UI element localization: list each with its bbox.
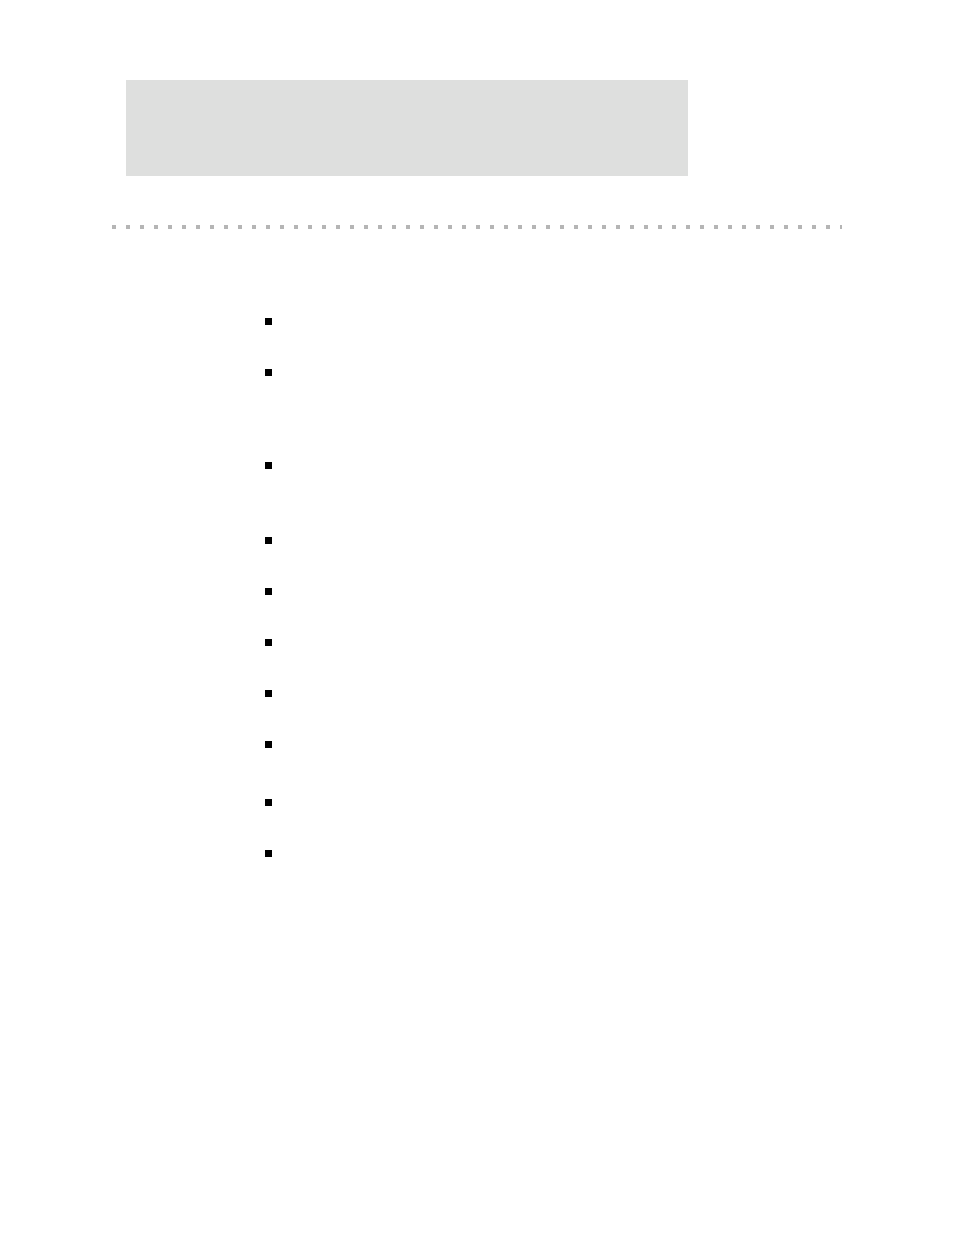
bullet-icon — [265, 462, 272, 469]
document-page — [0, 0, 954, 1235]
bullet-icon — [265, 690, 272, 697]
header-placeholder-box — [126, 80, 688, 176]
bullet-icon — [265, 318, 272, 325]
bullet-icon — [265, 741, 272, 748]
bullet-icon — [265, 369, 272, 376]
bullet-icon — [265, 537, 272, 544]
bullet-icon — [265, 588, 272, 595]
dotted-divider — [112, 225, 842, 229]
bullet-icon — [265, 639, 272, 646]
bullet-icon — [265, 850, 272, 857]
bullet-icon — [265, 799, 272, 806]
